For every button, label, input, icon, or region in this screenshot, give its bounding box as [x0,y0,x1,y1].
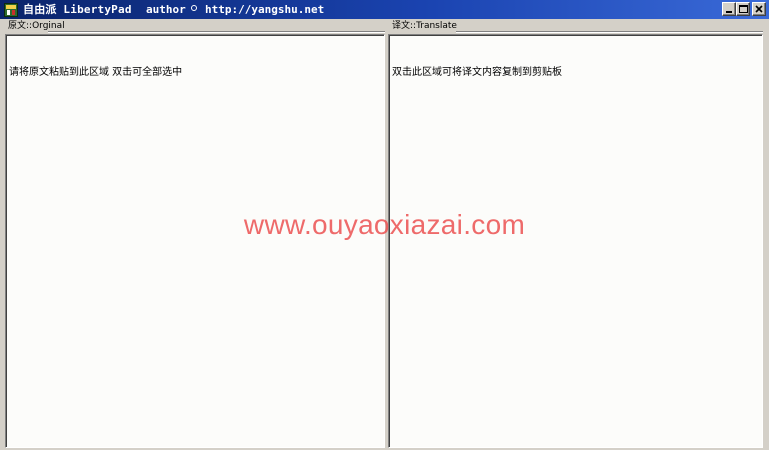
translate-text-content: 双击此区域可将译文内容复制到剪贴板 [392,67,562,78]
original-text-area[interactable]: 请将原文粘贴到此区域 双击可全部选中 [5,34,385,448]
translate-header-divider [456,31,763,33]
translate-text-area[interactable]: 双击此区域可将译文内容复制到剪贴板 [388,34,763,448]
author-label: author [146,3,186,16]
window-title: 自由派 LibertyPad [23,3,132,16]
original-text-content: 请将原文粘贴到此区域 双击可全部选中 [9,67,183,78]
minimize-icon [726,11,732,13]
original-header-divider [48,31,385,33]
libertypad-window: 自由派 LibertyPad author http://yangshu.net… [0,0,769,450]
minimize-button[interactable] [722,2,736,16]
bullet-icon [191,5,197,11]
libertypad-app-icon[interactable] [4,2,18,17]
author-url-link[interactable]: http://yangshu.net [205,1,324,18]
maximize-icon [739,5,748,13]
close-icon [755,5,763,13]
title-bar[interactable]: 自由派 LibertyPad author http://yangshu.net [0,0,769,19]
maximize-button[interactable] [736,2,750,16]
translate-panel-header: 译文::Translate [392,21,457,31]
close-button[interactable] [752,2,766,16]
